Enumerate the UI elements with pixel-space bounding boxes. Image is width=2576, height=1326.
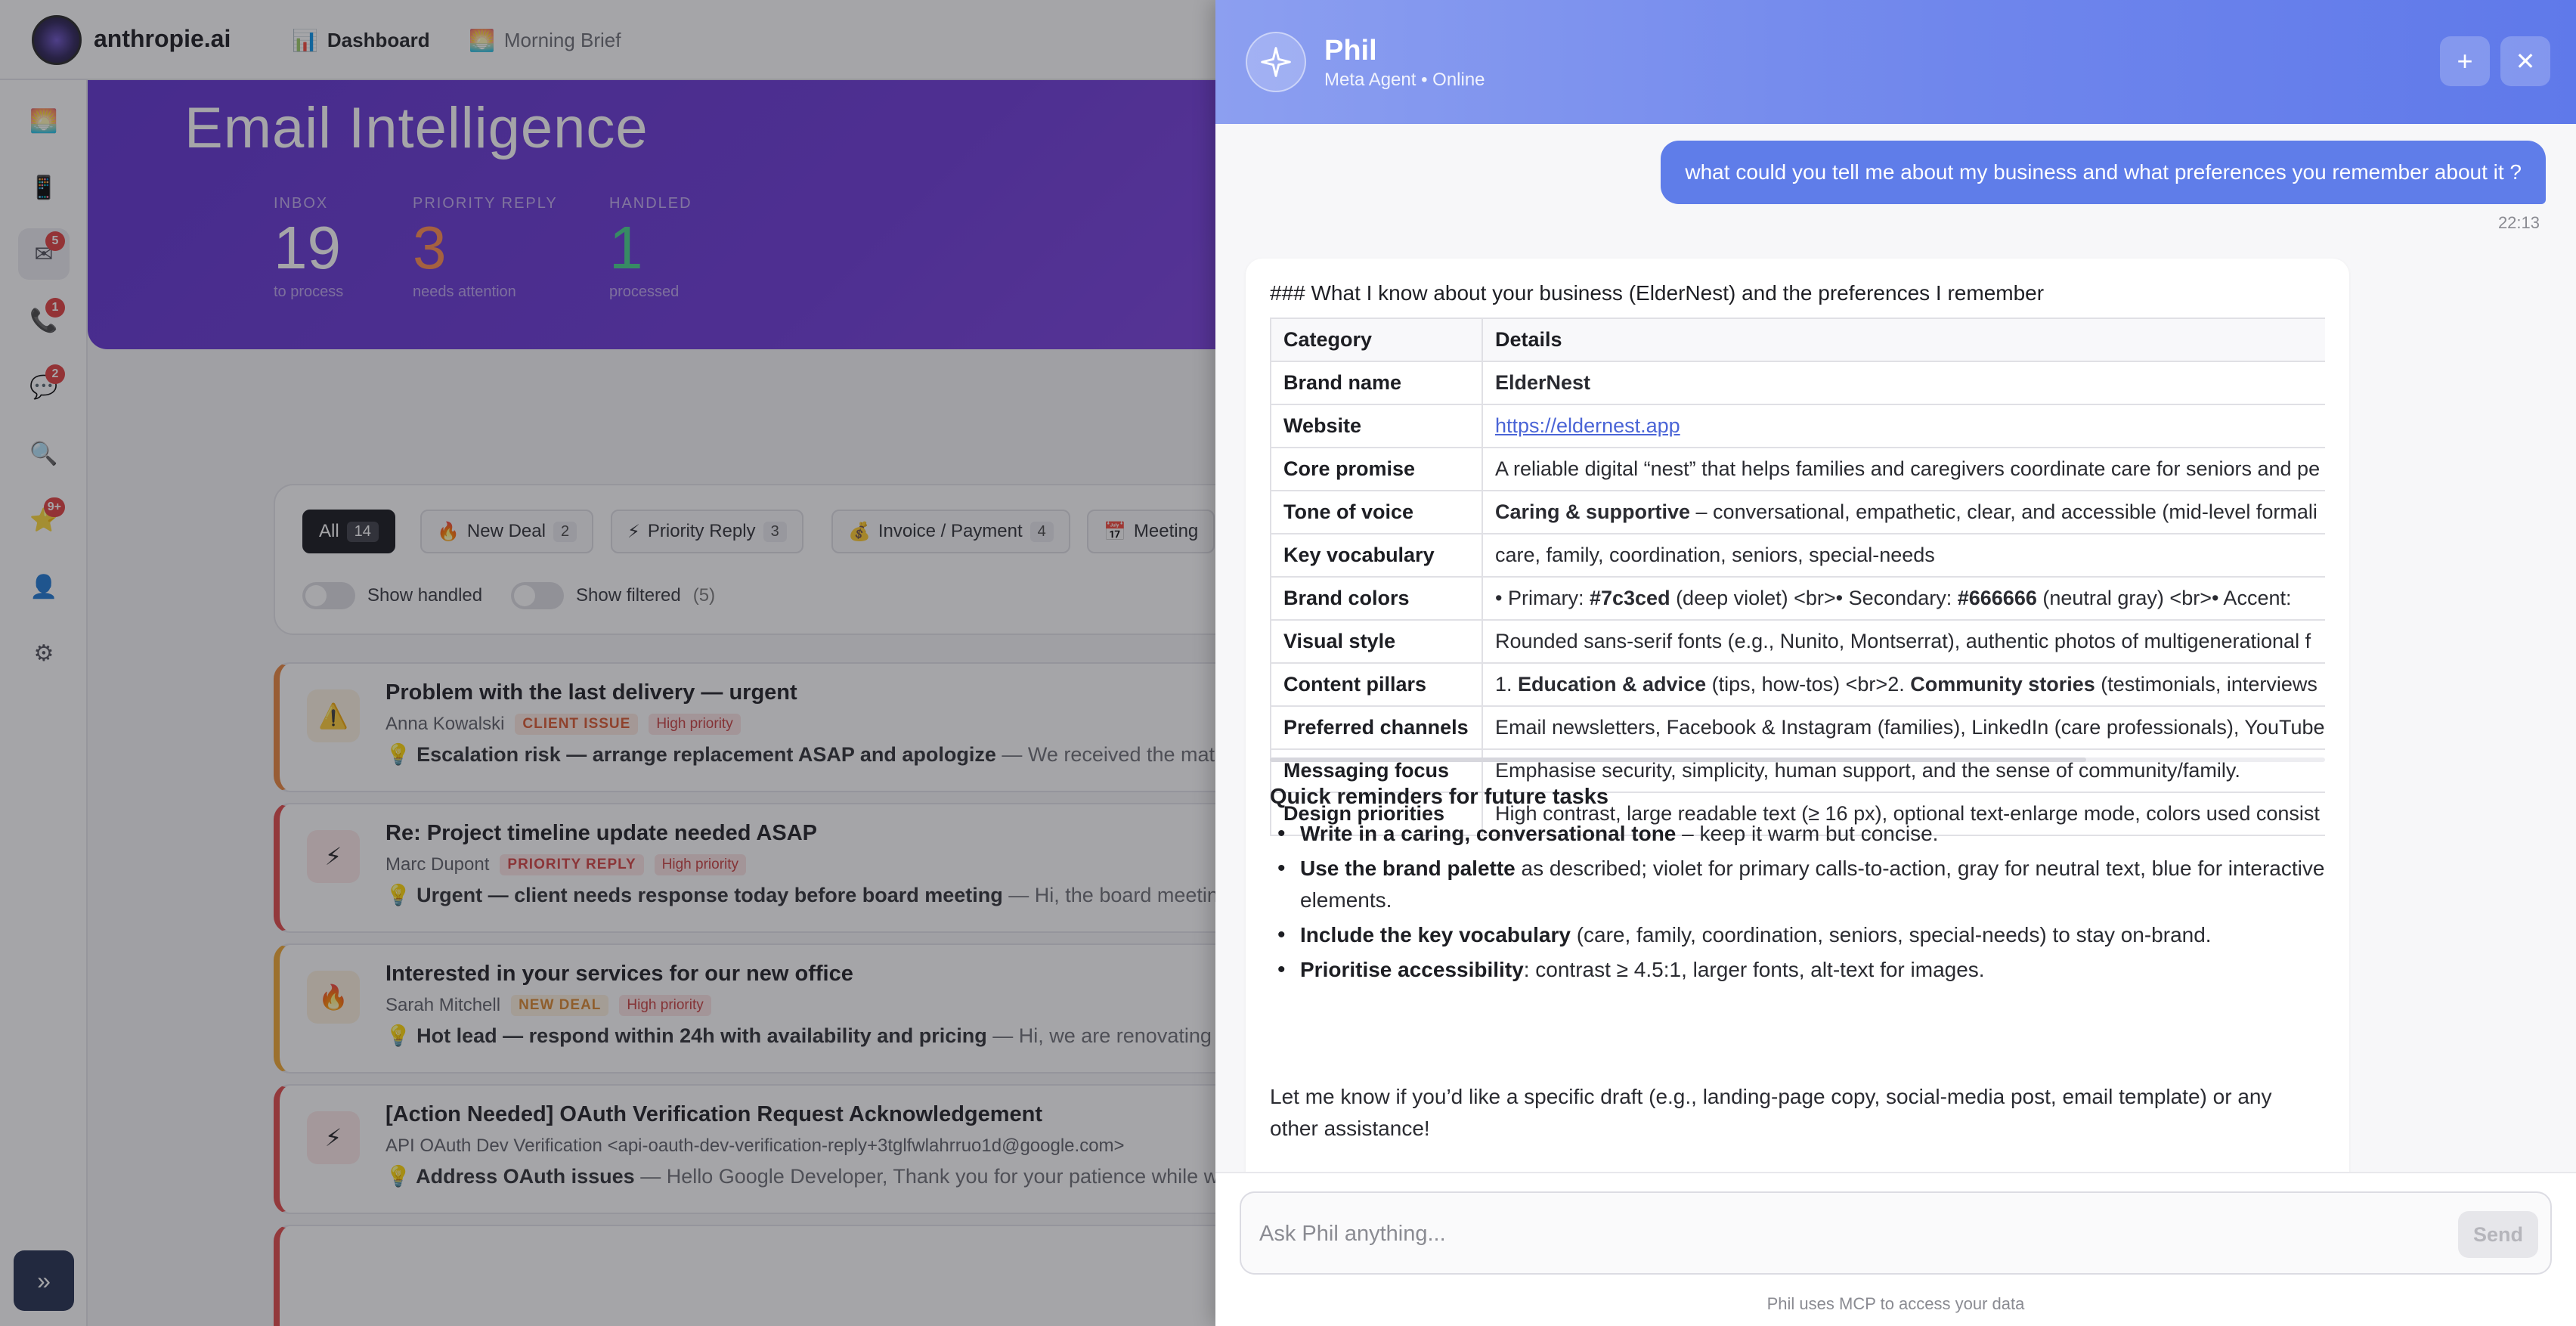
row-detail: • Primary: #7c3ced (deep violet) <br>• S… [1482, 576, 2325, 621]
row-category: Visual style [1270, 619, 1483, 664]
list-item: Use the brand palette as described; viol… [1270, 853, 2325, 916]
detail-text: (deep violet) <br>• Secondary: [1670, 587, 1958, 609]
reply-heading: ### What I know about your business (Eld… [1270, 281, 2045, 305]
chat-header: Phil Meta Agent • Online + ✕ [1215, 0, 2576, 124]
table-header-row: Category Details [1270, 318, 2325, 362]
send-button[interactable]: Send [2458, 1211, 2538, 1258]
table-row: Website https://eldernest.app [1270, 404, 2325, 448]
row-detail: Caring & supportive – conversational, em… [1482, 490, 2325, 534]
chat-input[interactable] [1259, 1216, 2423, 1252]
detail-bold: #666666 [1957, 587, 2037, 609]
reminder-bold: Include the key vocabulary [1300, 923, 1571, 946]
row-detail: A reliable digital “nest” that helps fam… [1482, 447, 2325, 491]
row-detail: 1. Education & advice (tips, how-tos) <b… [1482, 662, 2325, 707]
detail-text: (tips, how-tos) <br>2. [1706, 673, 1911, 696]
assistant-message: ### What I know about your business (Eld… [1246, 259, 2349, 1172]
detail-bold: Community stories [1910, 673, 2095, 696]
row-category: Content pillars [1270, 662, 1483, 707]
detail-text: • Primary: [1495, 587, 1590, 609]
table-row: Content pillars 1. Education & advice (t… [1270, 662, 2325, 707]
table-row: Brand colors • Primary: #7c3ced (deep vi… [1270, 576, 2325, 621]
list-item: Write in a caring, conversational tone –… [1270, 818, 2325, 850]
table-row: Key vocabulary care, family, coordinatio… [1270, 533, 2325, 578]
user-message: what could you tell me about my business… [1661, 141, 2546, 204]
row-detail: Rounded sans-serif fonts (e.g., Nunito, … [1482, 619, 2325, 664]
row-detail: care, family, coordination, seniors, spe… [1482, 533, 2325, 578]
table-row: Visual style Rounded sans-serif fonts (e… [1270, 619, 2325, 664]
detail-text: – conversational, empathetic, clear, and… [1690, 500, 2317, 523]
row-category: Website [1270, 404, 1483, 448]
reminder-text: : contrast ≥ 4.5:1, larger fonts, alt-te… [1523, 958, 1985, 981]
chat-composer: Send Phil uses MCP to access your data [1215, 1172, 2576, 1326]
row-category: Brand name [1270, 361, 1483, 405]
reminders-title: Quick reminders for future tasks [1270, 785, 1609, 809]
reminders-list: Write in a caring, conversational tone –… [1270, 818, 2325, 989]
detail-bold: Caring & supportive [1495, 500, 1691, 523]
column-header: Category [1270, 318, 1483, 362]
row-detail: Emphasise security, simplicity, human su… [1482, 748, 2325, 793]
reminder-bold: Write in a caring, conversational tone [1300, 822, 1677, 845]
row-category: Preferred channels [1270, 705, 1483, 750]
list-item: Include the key vocabulary (care, family… [1270, 919, 2325, 951]
close-icon: ✕ [2515, 48, 2536, 75]
table-row: Brand name ElderNest [1270, 361, 2325, 405]
detail-text: (neutral gray) <br>• Accent: [2036, 587, 2292, 609]
mcp-footnote: Phil uses MCP to access your data [1766, 1294, 2025, 1313]
close-panel-button[interactable]: ✕ [2500, 36, 2550, 86]
closing-text: Let me know if you’d like a specific dra… [1270, 1085, 2272, 1140]
chat-messages[interactable]: what could you tell me about my business… [1215, 124, 2576, 1172]
plus-icon: + [2457, 45, 2473, 76]
list-item: Prioritise accessibility: contrast ≥ 4.5… [1270, 954, 2325, 986]
table-row: Preferred channels Email newsletters, Fa… [1270, 705, 2325, 750]
app-window: anthropie.ai 📊 Dashboard 🌅 Morning Brief… [0, 0, 1215, 1326]
detail-text: (testimonials, interviews [2095, 673, 2317, 696]
chat-input-wrapper: Send [1240, 1191, 2552, 1275]
table-horizontal-scrollbar[interactable] [1270, 757, 2325, 762]
chat-panel: Phil Meta Agent • Online + ✕ what could … [1215, 0, 2576, 1326]
agent-status: Meta Agent • Online [1324, 70, 1485, 90]
reminder-bold: Use the brand palette [1300, 857, 1516, 880]
row-category: Core promise [1270, 447, 1483, 491]
row-detail: ElderNest [1482, 361, 2325, 405]
reminder-bold: Prioritise accessibility [1300, 958, 1524, 981]
detail-bold: Education & advice [1518, 673, 1707, 696]
message-timestamp: 22:13 [2497, 213, 2540, 232]
new-chat-button[interactable]: + [2440, 36, 2490, 86]
column-header: Details [1482, 318, 2325, 362]
reminder-text: – keep it warm but concise. [1676, 822, 1939, 845]
row-category: Brand colors [1270, 576, 1483, 621]
row-category: Key vocabulary [1270, 533, 1483, 578]
reminder-text: (care, family, coordination, seniors, sp… [1570, 923, 2212, 946]
agent-avatar [1246, 32, 1306, 92]
row-detail: https://eldernest.app [1482, 404, 2325, 448]
row-category: Tone of voice [1270, 490, 1483, 534]
table-row: Tone of voice Caring & supportive – conv… [1270, 490, 2325, 534]
modal-backdrop[interactable] [0, 0, 1215, 1326]
detail-text: 1. [1495, 673, 1519, 696]
row-detail: Email newsletters, Facebook & Instagram … [1482, 705, 2325, 750]
website-link[interactable]: https://eldernest.app [1495, 414, 1680, 437]
detail-bold: #7c3ced [1589, 587, 1670, 609]
sparkle-icon [1261, 47, 1291, 77]
agent-name: Phil [1324, 35, 1377, 67]
table-row: Core promise A reliable digital “nest” t… [1270, 447, 2325, 491]
